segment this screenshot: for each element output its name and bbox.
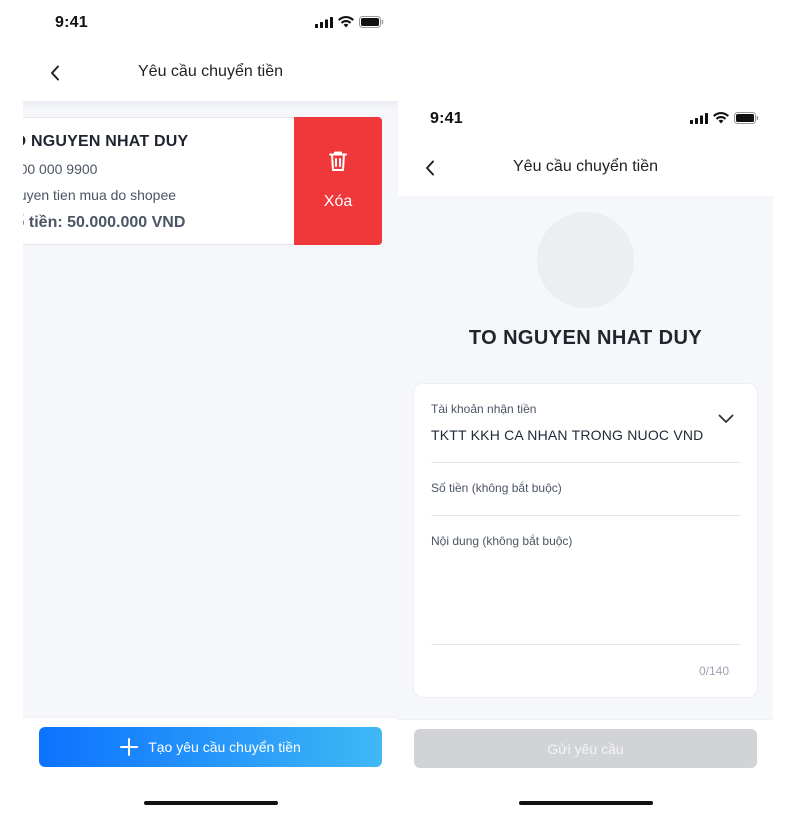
trash-icon — [329, 151, 347, 171]
content-field[interactable]: Nội dung (không bắt buộc) — [431, 534, 572, 548]
page-title: Yêu cầu chuyển tiền — [138, 63, 283, 80]
request-amount: Số tiền: 50.000.000 VND — [23, 214, 186, 231]
amount-field[interactable]: Số tiền (không bắt buộc) — [431, 481, 562, 495]
request-list: TO NGUYEN NHAT DUY 1900 000 9900 chuyen … — [23, 101, 398, 717]
delete-button[interactable]: Xóa — [294, 117, 382, 245]
send-request-button[interactable]: Gửi yêu cầu — [414, 729, 757, 768]
dropdown-chevron-icon[interactable] — [718, 414, 734, 424]
account-select[interactable]: TKTT KKH CA NHAN TRONG NUOC VND — [431, 427, 704, 443]
recipient-name: TO NGUYEN NHAT DUY — [468, 327, 703, 349]
request-form-area: TO NGUYEN NHAT DUY Tài khoản nhận tiền T… — [398, 196, 773, 720]
wifi-icon — [713, 112, 729, 124]
bottom-action-bar: Tạo yêu cầu chuyển tiền — [23, 717, 398, 813]
create-request-label: Tạo yêu cầu chuyển tiền — [148, 739, 301, 755]
avatar — [537, 212, 634, 308]
status-icons — [690, 112, 759, 124]
request-account: 1900 000 9900 — [23, 161, 98, 177]
account-label: Tài khoản nhận tiền — [431, 402, 537, 416]
field-divider — [431, 644, 741, 645]
request-note: chuyen tien mua do shopee — [23, 187, 177, 203]
create-request-screen: 9:41 Yêu cầu chuyển tiền TO NGUYEN NHAT … — [398, 0, 773, 813]
home-indicator — [519, 801, 653, 805]
home-indicator — [144, 801, 278, 805]
status-bar: 9:41 — [23, 0, 398, 44]
bottom-action-bar: Gửi yêu cầu — [398, 719, 773, 813]
nav-shadow — [23, 101, 398, 111]
navigation-bar: Yêu cầu chuyển tiền — [23, 45, 398, 101]
field-divider — [431, 462, 741, 463]
battery-icon — [734, 112, 759, 124]
request-list-screen: 9:41 Yêu cầu chuyển tiền TO NGUYEN NHAT … — [23, 0, 398, 813]
field-divider — [431, 515, 741, 516]
wifi-icon — [338, 16, 354, 28]
signal-icon — [690, 112, 708, 124]
request-name: TO NGUYEN NHAT DUY — [23, 133, 189, 150]
signal-icon — [315, 16, 333, 28]
character-counter: 0/140 — [698, 664, 729, 678]
status-icons — [315, 16, 384, 28]
plus-icon — [120, 738, 139, 756]
navigation-bar: Yêu cầu chuyển tiền — [398, 140, 773, 196]
status-time: 9:41 — [55, 14, 88, 31]
request-form-card: Tài khoản nhận tiền TKTT KKH CA NHAN TRO… — [413, 383, 758, 698]
delete-label: Xóa — [323, 193, 353, 210]
create-request-button[interactable]: Tạo yêu cầu chuyển tiền — [39, 727, 382, 767]
battery-icon — [359, 16, 384, 28]
status-time: 9:41 — [430, 110, 463, 127]
status-bar: 9:41 — [398, 96, 773, 140]
page-title: Yêu cầu chuyển tiền — [513, 158, 658, 175]
